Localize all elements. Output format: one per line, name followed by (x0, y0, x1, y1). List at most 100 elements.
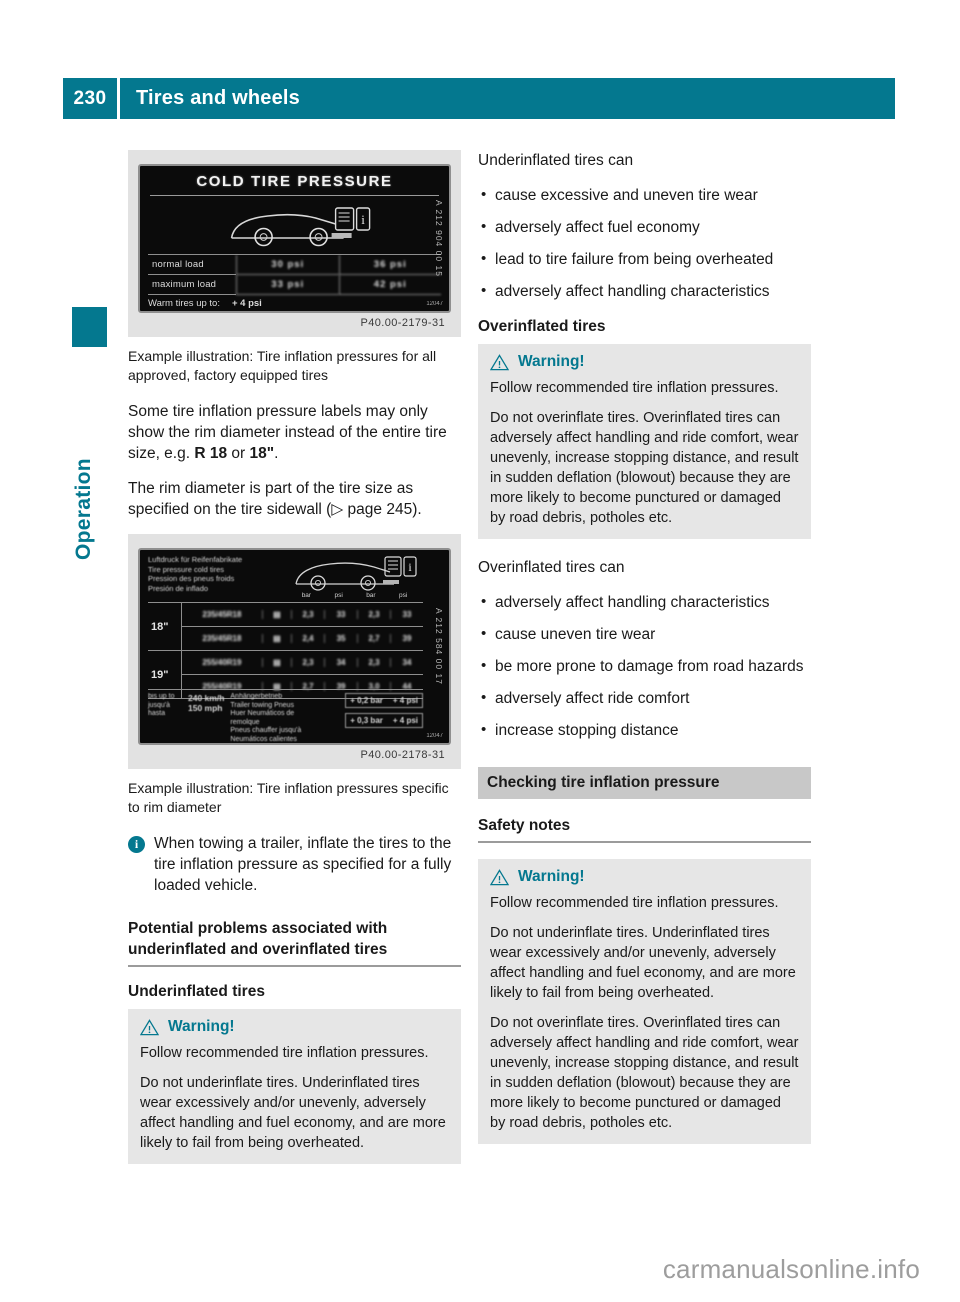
warning-label: Warning! (518, 868, 585, 885)
speed-mph: 150 mph (188, 703, 223, 713)
left-column: COLD TIRE PRESSURE A 212 904 00 15 i nor… (128, 150, 461, 1182)
tire-size-example-1: R 18 (194, 445, 228, 462)
list-item-label: adversely affect handling characteristic… (495, 594, 770, 611)
list-item: adversely affect handling characteristic… (478, 280, 811, 302)
info-note-text: When towing a trailer, inflate the tires… (154, 835, 452, 894)
plate2-part-number: A 212 584 00 17 (434, 608, 444, 685)
svg-text:i: i (361, 212, 365, 227)
warning-paragraph: Follow recommended tire inflation pressu… (140, 1045, 429, 1061)
list-item-label: adversely affect fuel economy (495, 219, 700, 236)
list-item: adversely affect fuel economy (478, 216, 811, 238)
unit-label-2: psi (334, 592, 343, 599)
value-bar-front: 2,4 (291, 634, 324, 643)
figure-reference-2: P40.00-2178-31 (360, 749, 445, 761)
list-item: increase stopping distance (478, 719, 811, 741)
speed-kmh: 240 km/h (188, 693, 225, 703)
pressure-rows: 235/45R18 ▤ 2,3 33 2,3 33 235/45R18 ▤ 2,… (182, 603, 423, 699)
value-bar-front: 2,3 (291, 610, 324, 619)
tire-size-example-2: 18" (249, 445, 275, 462)
list-item: adversely affect ride comfort (478, 687, 811, 709)
value-psi-front: 33 (324, 610, 357, 619)
tire-size-cell: 255/40R19 (202, 658, 242, 667)
plate2-head-line-1: Luftdruck für Reifenfabrikate (148, 555, 243, 564)
value-psi-rear: 39 (390, 634, 423, 643)
list-item-label: increase stopping distance (495, 722, 679, 739)
adjustment-boxes: + 0,2 bar + 4 psi + 0,3 bar + 4 psi (345, 693, 423, 739)
page-title: Tires and wheels (136, 87, 301, 109)
maximum-load-rear-value: 42 psi (338, 275, 441, 295)
warning-paragraph: Do not overinflate tires. Overinflated t… (490, 410, 799, 526)
plate2-corner-code: 12047 (426, 733, 443, 739)
paragraph-rim-diameter: Some tire inflation pressure labels may … (128, 401, 461, 464)
row-label-normal-load: normal load (148, 255, 236, 275)
value-bar-rear: 2,7 (357, 634, 390, 643)
heading-underline (128, 965, 461, 967)
rim-size-18: 18" (148, 603, 181, 651)
heading-safety-notes: Safety notes (478, 817, 571, 834)
paragraph-text-e: . (274, 445, 279, 462)
list-item-label: adversely affect handling characteristic… (495, 283, 770, 300)
plate-corner-code: 12047 (426, 301, 443, 307)
adjust-bar-2: + 0,3 bar (350, 716, 383, 725)
list-item: cause excessive and uneven tire wear (478, 184, 811, 206)
tire-pressure-plate-1: COLD TIRE PRESSURE A 212 904 00 15 i nor… (138, 164, 451, 313)
site-watermark: carmanualsonline.info (662, 1254, 920, 1284)
svg-text:i: i (408, 560, 412, 574)
warning-paragraph: Follow recommended tire inflation pressu… (490, 380, 779, 396)
plate-rule (150, 195, 439, 196)
tire-size-cell: 235/45R18 (202, 610, 242, 619)
heading-potential-problems: Potential problems associated with under… (128, 920, 388, 958)
rim-size-column: 18" 19" (148, 603, 182, 699)
plate-title: COLD TIRE PRESSURE (196, 173, 393, 190)
unit-label-4: psi (398, 592, 408, 599)
list-item: adversely affect handling characteristic… (478, 591, 811, 613)
warning-paragraph: Do not underinflate tires. Underinflated… (140, 1075, 446, 1151)
value-psi-front: 34 (324, 658, 357, 667)
tire-size-cell: 235/45R18 (202, 634, 242, 643)
plate2-footer: bis up to jusqu'à hasta 240 km/h 150 mph… (148, 689, 423, 743)
value-psi-rear: 33 (390, 610, 423, 619)
plate2-unit-labels: bar psi bar psi (290, 592, 419, 599)
list-item: cause uneven tire wear (478, 623, 811, 645)
list-underinflated-effects: cause excessive and uneven tire wear adv… (478, 184, 811, 302)
figure-rim-specific-label: Luftdruck für Reifenfabrikate Tire press… (128, 534, 461, 769)
load-icon-cell: ▤ (261, 610, 291, 619)
plate2-head-line-4: Presión de inflado (148, 583, 209, 593)
section-heading-checking-pressure: Checking tire inflation pressure (478, 767, 811, 799)
table-row: 255/40R19 ▤ 2,3 34 2,3 34 (182, 651, 423, 675)
row-label-maximum-load: maximum load (148, 275, 236, 295)
chapter-tab-marker (72, 307, 107, 347)
heading-overinflated-tires: Overinflated tires (478, 318, 606, 335)
warning-label: Warning! (518, 353, 585, 370)
value-bar-rear: 2,3 (357, 658, 390, 667)
warning-triangle-icon (490, 353, 509, 370)
table-row: 235/45R18 ▤ 2,3 33 2,3 33 (182, 603, 423, 627)
list-item-label: be more prone to damage from road hazard… (495, 658, 804, 675)
right-column: Underinflated tires can cause excessive … (478, 150, 811, 1162)
value-bar-front: 2,3 (291, 658, 324, 667)
figure-cold-tire-pressure-label: COLD TIRE PRESSURE A 212 904 00 15 i nor… (128, 150, 461, 337)
list-overinflated-effects: adversely affect handling characteristic… (478, 591, 811, 741)
value-psi-front: 35 (324, 634, 357, 643)
warning-triangle-icon (490, 868, 509, 885)
warm-tire-label: Warm tires up to: (148, 298, 220, 309)
paragraph-text-c: or (227, 445, 250, 462)
list-item-label: cause excessive and uneven tire wear (495, 187, 758, 204)
pressure-table-2: 18" 19" 235/45R18 ▤ 2,3 33 2,3 33 235/45… (148, 602, 423, 699)
warning-label: Warning! (168, 1018, 235, 1035)
warning-paragraph: Do not underinflate tires. Underinflated… (490, 925, 796, 1001)
table-row: 235/45R18 ▤ 2,4 35 2,7 39 (182, 627, 423, 651)
plate2-head-line-2: Tire pressure cold tires (148, 564, 224, 574)
heading-underline (478, 841, 811, 843)
vehicle-silhouette-icon-2: i (295, 556, 417, 591)
warm-pressure-label: Pneus chauffer jusqu'à Neumáticos calien… (230, 727, 302, 743)
list-item-label: cause uneven tire wear (495, 626, 656, 643)
page-number: 230 (73, 87, 107, 109)
vehicle-silhouette-icon: i (230, 207, 370, 247)
maximum-load-front-value: 33 psi (236, 275, 339, 295)
unit-label-3: bar (366, 592, 376, 599)
warning-header: Warning! (490, 868, 799, 886)
warm-tire-note: Warm tires up to: + 4 psi (148, 298, 441, 309)
paragraph-sidewall-reference: The rim diameter is part of the tire siz… (128, 480, 422, 518)
adjust-labels: Anhängerbetrieb Trailer towing Pneus Hue… (230, 693, 302, 743)
